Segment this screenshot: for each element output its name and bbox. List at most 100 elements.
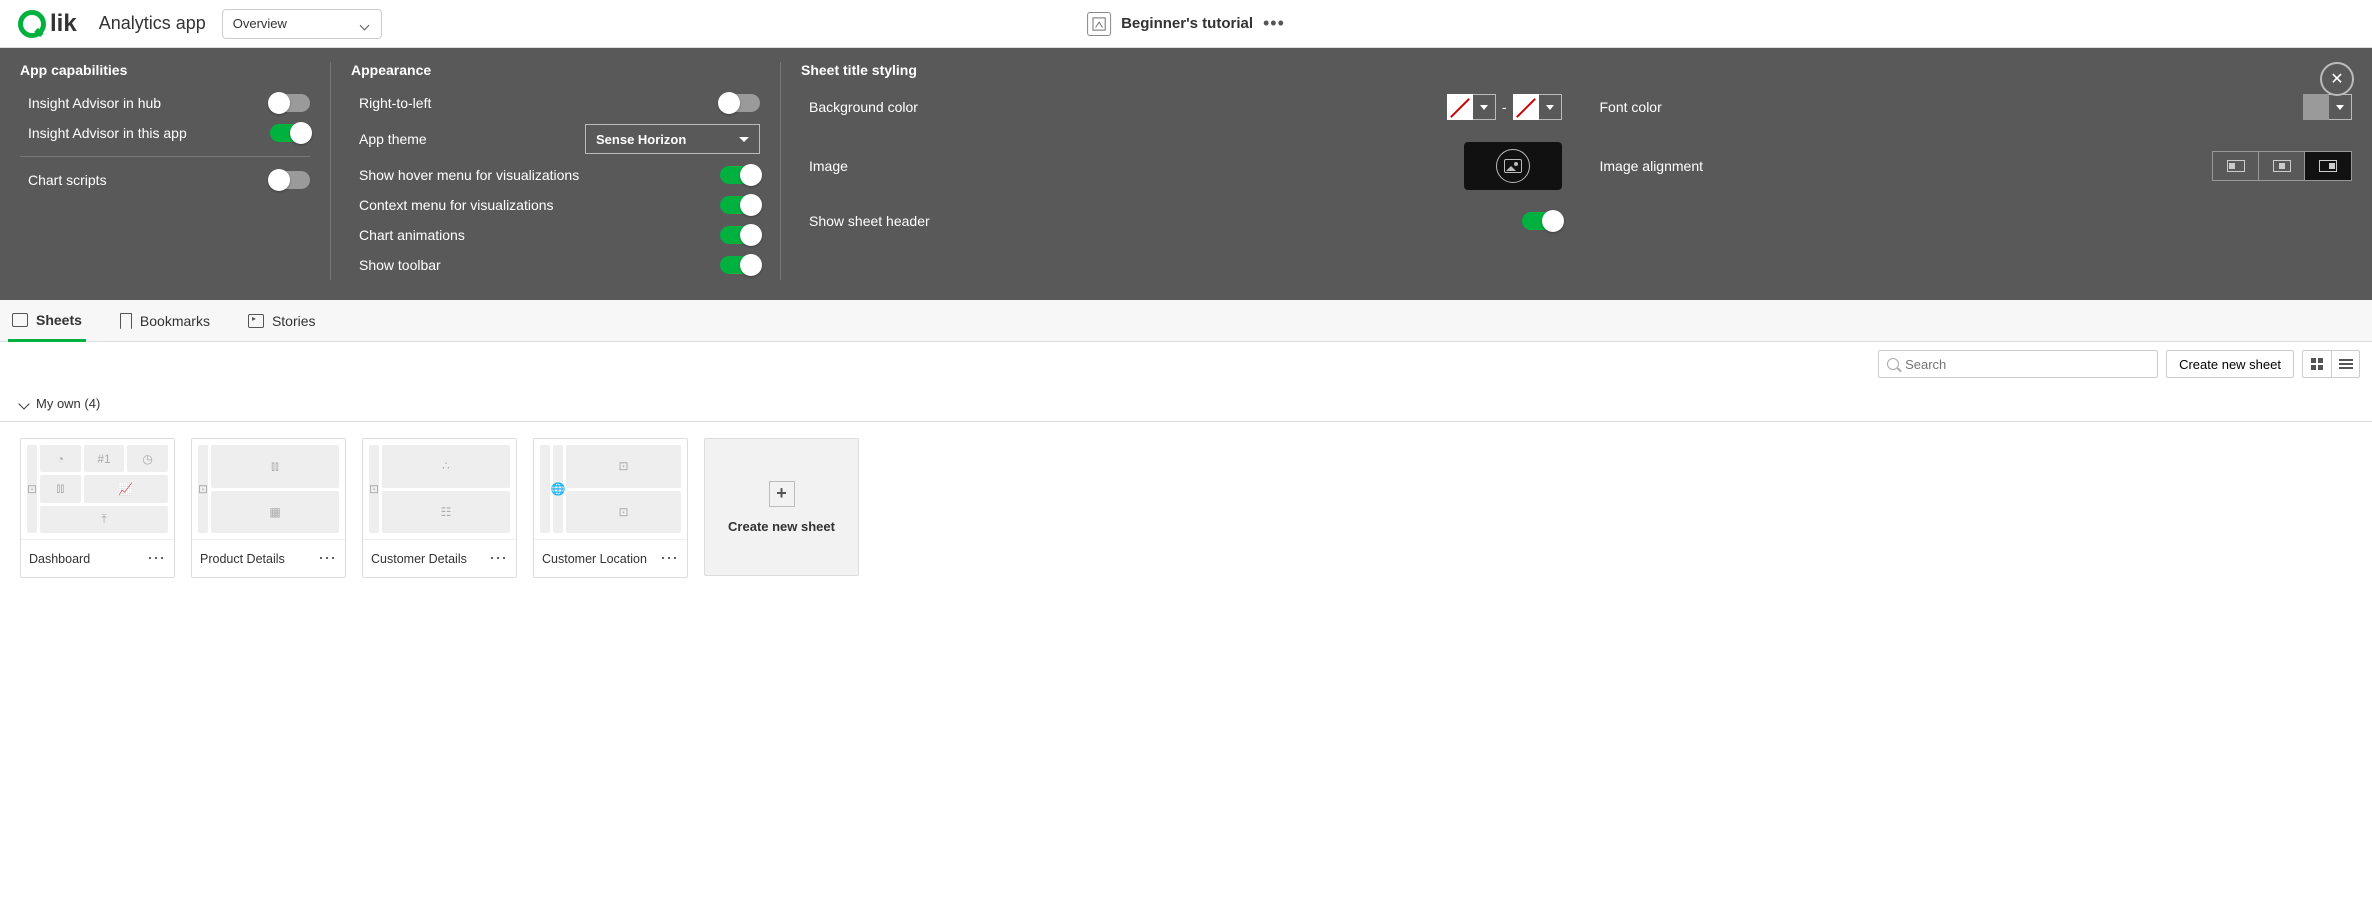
hover-menu-row: Show hover menu for visualizations	[351, 160, 760, 190]
sheet-card[interactable]: ⊡ ◔#1◷ ⫾⫾📈 ⤒ Dashboard ⋯	[20, 438, 175, 578]
sheet-header-label: Show sheet header	[801, 213, 930, 229]
image-label: Image	[801, 158, 848, 174]
theme-value: Sense Horizon	[596, 132, 686, 147]
rtl-toggle[interactable]	[720, 94, 760, 112]
hover-menu-label: Show hover menu for visualizations	[351, 167, 720, 183]
triangle-down-icon	[2336, 105, 2344, 110]
sheet-card[interactable]: ⊡ ∴ ☷ Customer Details ⋯	[362, 438, 517, 578]
context-menu-row: Context menu for visualizations	[351, 190, 760, 220]
insight-hub-label: Insight Advisor in hub	[20, 95, 270, 111]
tab-bookmarks-label: Bookmarks	[140, 313, 210, 329]
insight-app-toggle[interactable]	[270, 124, 310, 142]
rtl-label: Right-to-left	[351, 95, 720, 111]
capabilities-title: App capabilities	[20, 62, 310, 78]
align-center-button[interactable]	[2259, 152, 2305, 180]
context-menu-label: Context menu for visualizations	[351, 197, 720, 213]
sheet-card[interactable]: ⊡ ⫾⫾ ▦ Product Details ⋯	[191, 438, 346, 578]
styling-title: Sheet title styling	[801, 62, 2352, 78]
qlik-logo[interactable]: lik	[18, 10, 77, 38]
card-more-button[interactable]: ⋯	[489, 548, 508, 569]
bookmark-icon	[120, 313, 132, 329]
bg-color-label: Background color	[801, 99, 918, 115]
no-color-swatch-icon	[1447, 94, 1473, 120]
toolbar-toggle[interactable]	[720, 256, 760, 274]
nav-tabs: Sheets Bookmarks Stories	[0, 300, 2372, 342]
styling-column: Sheet title styling Background color -	[780, 62, 2372, 280]
toolbar-label: Show toolbar	[351, 257, 720, 273]
align-left-icon	[2227, 160, 2245, 172]
image-row: Image	[801, 136, 1562, 196]
sheet-header-row: Show sheet header	[801, 206, 1562, 236]
list-icon	[2339, 359, 2353, 369]
align-row: Image alignment	[1592, 136, 2353, 196]
sheet-card[interactable]: ⊡🌐 ⊡ Customer Location ⋯	[533, 438, 688, 578]
hover-menu-toggle[interactable]	[720, 166, 760, 184]
tab-stories-label: Stories	[272, 313, 316, 329]
plus-icon: +	[769, 481, 795, 507]
app-options-panel: ✕ App capabilities Insight Advisor in hu…	[0, 48, 2372, 300]
insight-hub-row: Insight Advisor in hub	[20, 88, 310, 118]
align-right-button[interactable]	[2305, 152, 2351, 180]
chart-scripts-row: Chart scripts	[20, 165, 310, 195]
sheet-title: Customer Details	[371, 552, 467, 566]
theme-select[interactable]: Sense Horizon	[585, 124, 760, 154]
chevron-down-icon	[18, 398, 29, 409]
view-dropdown[interactable]: Overview	[222, 9, 382, 39]
sheet-nav-icon[interactable]	[1087, 12, 1111, 36]
create-sheet-card[interactable]: + Create new sheet	[704, 438, 859, 576]
triangle-down-icon	[1480, 105, 1488, 110]
search-input[interactable]	[1905, 357, 2149, 372]
insight-app-row: Insight Advisor in this app	[20, 118, 310, 148]
app-title: Beginner's tutorial	[1121, 15, 1253, 32]
chart-scripts-toggle[interactable]	[270, 171, 310, 189]
app-name: Analytics app	[99, 13, 206, 34]
search-box[interactable]	[1878, 350, 2158, 378]
animations-label: Chart animations	[351, 227, 720, 243]
section-my-own[interactable]: My own (4)	[0, 386, 2372, 422]
chevron-down-icon	[361, 19, 371, 29]
align-left-button[interactable]	[2213, 152, 2259, 180]
image-picker-button[interactable]	[1464, 142, 1562, 190]
view-dropdown-value: Overview	[233, 16, 287, 31]
context-menu-toggle[interactable]	[720, 196, 760, 214]
logo-q-icon	[18, 10, 46, 38]
more-menu-button[interactable]: •••	[1263, 13, 1285, 34]
search-icon	[1887, 358, 1899, 370]
card-more-button[interactable]: ⋯	[147, 548, 166, 569]
tab-sheets[interactable]: Sheets	[8, 301, 86, 342]
insight-hub-toggle[interactable]	[270, 94, 310, 112]
appearance-column: Appearance Right-to-left App theme Sense…	[330, 62, 780, 280]
sheet-thumbnail: ⊡ ◔#1◷ ⫾⫾📈 ⤒	[21, 439, 174, 539]
bg-color-end-picker[interactable]	[1513, 94, 1562, 120]
close-button[interactable]: ✕	[2320, 62, 2354, 96]
image-icon	[1504, 159, 1522, 173]
font-color-picker[interactable]	[2303, 94, 2352, 120]
animations-toggle[interactable]	[720, 226, 760, 244]
align-label: Image alignment	[1592, 158, 1704, 174]
view-toggle	[2302, 350, 2360, 378]
gray-swatch-icon	[2303, 94, 2329, 120]
app-header: lik Analytics app Overview Beginner's tu…	[0, 0, 2372, 48]
align-center-icon	[2273, 160, 2291, 172]
list-view-button[interactable]	[2331, 351, 2359, 377]
animations-row: Chart animations	[351, 220, 760, 250]
card-more-button[interactable]: ⋯	[318, 548, 337, 569]
story-icon	[248, 314, 264, 328]
grid-view-button[interactable]	[2303, 351, 2331, 377]
insight-app-label: Insight Advisor in this app	[20, 125, 270, 141]
chart-scripts-label: Chart scripts	[20, 172, 270, 188]
font-color-row: Font color	[1592, 88, 2353, 126]
bg-color-row: Background color -	[801, 88, 1562, 126]
sheet-header-toggle[interactable]	[1522, 212, 1562, 230]
tab-bookmarks[interactable]: Bookmarks	[116, 300, 214, 341]
sheets-icon	[12, 313, 28, 327]
card-more-button[interactable]: ⋯	[660, 548, 679, 569]
sheet-thumbnail: ⊡🌐 ⊡	[534, 439, 687, 539]
toolbar-row: Show toolbar	[351, 250, 760, 280]
tab-stories[interactable]: Stories	[244, 300, 320, 341]
create-sheet-label: Create new sheet	[728, 519, 835, 534]
font-color-label: Font color	[1592, 99, 1662, 115]
section-title: My own (4)	[36, 396, 100, 411]
create-sheet-button[interactable]: Create new sheet	[2166, 350, 2294, 378]
bg-color-start-picker[interactable]	[1447, 94, 1496, 120]
